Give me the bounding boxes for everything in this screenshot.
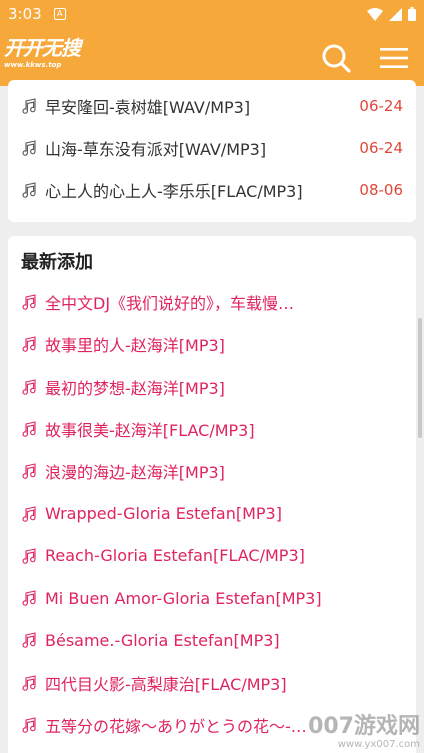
list-item[interactable]: Mi Buen Amor-Gloria Estefan[MP3] xyxy=(8,577,416,619)
recent-card: 早安隆回-袁树雄[WAV/MP3] 06-24 山海-草东没有派对[WAV/MP… xyxy=(8,80,416,222)
song-title: 最初的梦想-赵海洋[MP3] xyxy=(45,378,225,398)
song-title: 浪漫的海边-赵海洋[MP3] xyxy=(45,463,225,483)
song-title: 山海-草东没有派对[WAV/MP3] xyxy=(45,140,267,159)
music-note-icon xyxy=(22,98,36,114)
list-item[interactable]: Wrapped-Gloria Estefan[MP3] xyxy=(8,493,416,535)
song-date: 06-24 xyxy=(359,139,403,157)
status-bar: 3:03 A xyxy=(0,0,424,28)
music-note-icon xyxy=(22,675,36,691)
watermark-url: www.yx007.com xyxy=(337,739,420,750)
logo-url: www.kkws.top xyxy=(4,61,62,69)
battery-icon xyxy=(408,7,416,21)
search-icon xyxy=(322,44,351,73)
list-item[interactable]: 早安隆回-袁树雄[WAV/MP3] 06-24 xyxy=(8,85,416,127)
scrollbar[interactable] xyxy=(418,318,422,438)
app-logo[interactable]: 开开无搜 www.kkws.top xyxy=(4,36,96,76)
list-item[interactable]: 最初的梦想-赵海洋[MP3] xyxy=(8,366,416,408)
song-title: 故事里的人-赵海洋[MP3] xyxy=(45,336,225,356)
music-note-icon xyxy=(22,294,36,310)
signal-icon xyxy=(389,7,402,21)
music-note-icon xyxy=(22,632,36,649)
menu-button[interactable] xyxy=(376,40,412,76)
music-note-icon xyxy=(22,548,36,564)
list-item[interactable]: 故事很美-赵海洋[FLAC/MP3] xyxy=(8,408,416,450)
song-title: Wrapped-Gloria Estefan[MP3] xyxy=(45,504,282,523)
music-note-icon xyxy=(22,378,36,395)
music-note-icon xyxy=(22,421,36,437)
logo-text: 开开无搜 xyxy=(4,36,81,60)
song-title: Bésame.-Gloria Estefan[MP3] xyxy=(45,630,280,650)
song-title: 故事很美-赵海洋[FLAC/MP3] xyxy=(45,420,255,440)
list-item[interactable]: 四代目火影-高梨康治[FLAC/MP3] xyxy=(8,662,416,704)
music-note-icon xyxy=(22,717,36,733)
music-note-icon xyxy=(22,590,36,606)
notification-icon: A xyxy=(53,8,66,20)
list-item[interactable]: Bésame.-Gloria Estefan[MP3] xyxy=(8,619,416,661)
list-item[interactable]: 浪漫的海边-赵海洋[MP3] xyxy=(8,450,416,492)
app-bar: 开开无搜 www.kkws.top xyxy=(0,28,424,86)
watermark-text: 007游戏网 xyxy=(308,714,420,739)
section-title: 最新添加 xyxy=(21,252,93,273)
song-date: 06-24 xyxy=(359,97,403,115)
song-title: 四代目火影-高梨康治[FLAC/MP3] xyxy=(45,674,287,694)
song-title: 心上人的心上人-李乐乐[FLAC/MP3] xyxy=(45,182,303,201)
latest-card: 最新添加 全中文DJ《我们说好的》，车载慢… 故事里的人-赵海洋[MP3] 最初的梦… xyxy=(8,236,416,753)
list-item[interactable]: 故事里的人-赵海洋[MP3] xyxy=(8,323,416,365)
list-item[interactable]: 心上人的心上人-李乐乐[FLAC/MP3] 08-06 xyxy=(8,169,416,211)
status-indicators xyxy=(367,7,416,21)
music-note-icon xyxy=(22,463,36,479)
list-item[interactable]: Reach-Gloria Estefan[FLAC/MP3] xyxy=(8,535,416,577)
music-note-icon xyxy=(22,182,36,198)
song-title: 全中文DJ《我们说好的》，车载慢… xyxy=(45,294,295,313)
search-button[interactable] xyxy=(318,40,354,76)
music-note-icon xyxy=(22,505,36,522)
music-note-icon xyxy=(22,336,36,353)
list-item[interactable]: 全中文DJ《我们说好的》，车载慢… xyxy=(8,281,416,323)
wifi-icon xyxy=(367,7,383,21)
menu-icon xyxy=(380,48,408,68)
watermark: 007游戏网 www.yx007.com xyxy=(308,715,420,751)
list-item[interactable]: 山海-草东没有派对[WAV/MP3] 06-24 xyxy=(8,127,416,169)
status-time: 3:03 xyxy=(8,5,42,23)
song-title: Reach-Gloria Estefan[FLAC/MP3] xyxy=(45,546,305,566)
song-title: Mi Buen Amor-Gloria Estefan[MP3] xyxy=(45,588,322,608)
song-title: 早安隆回-袁树雄[WAV/MP3] xyxy=(45,98,251,117)
song-date: 08-06 xyxy=(359,181,403,199)
music-note-icon xyxy=(22,140,36,156)
